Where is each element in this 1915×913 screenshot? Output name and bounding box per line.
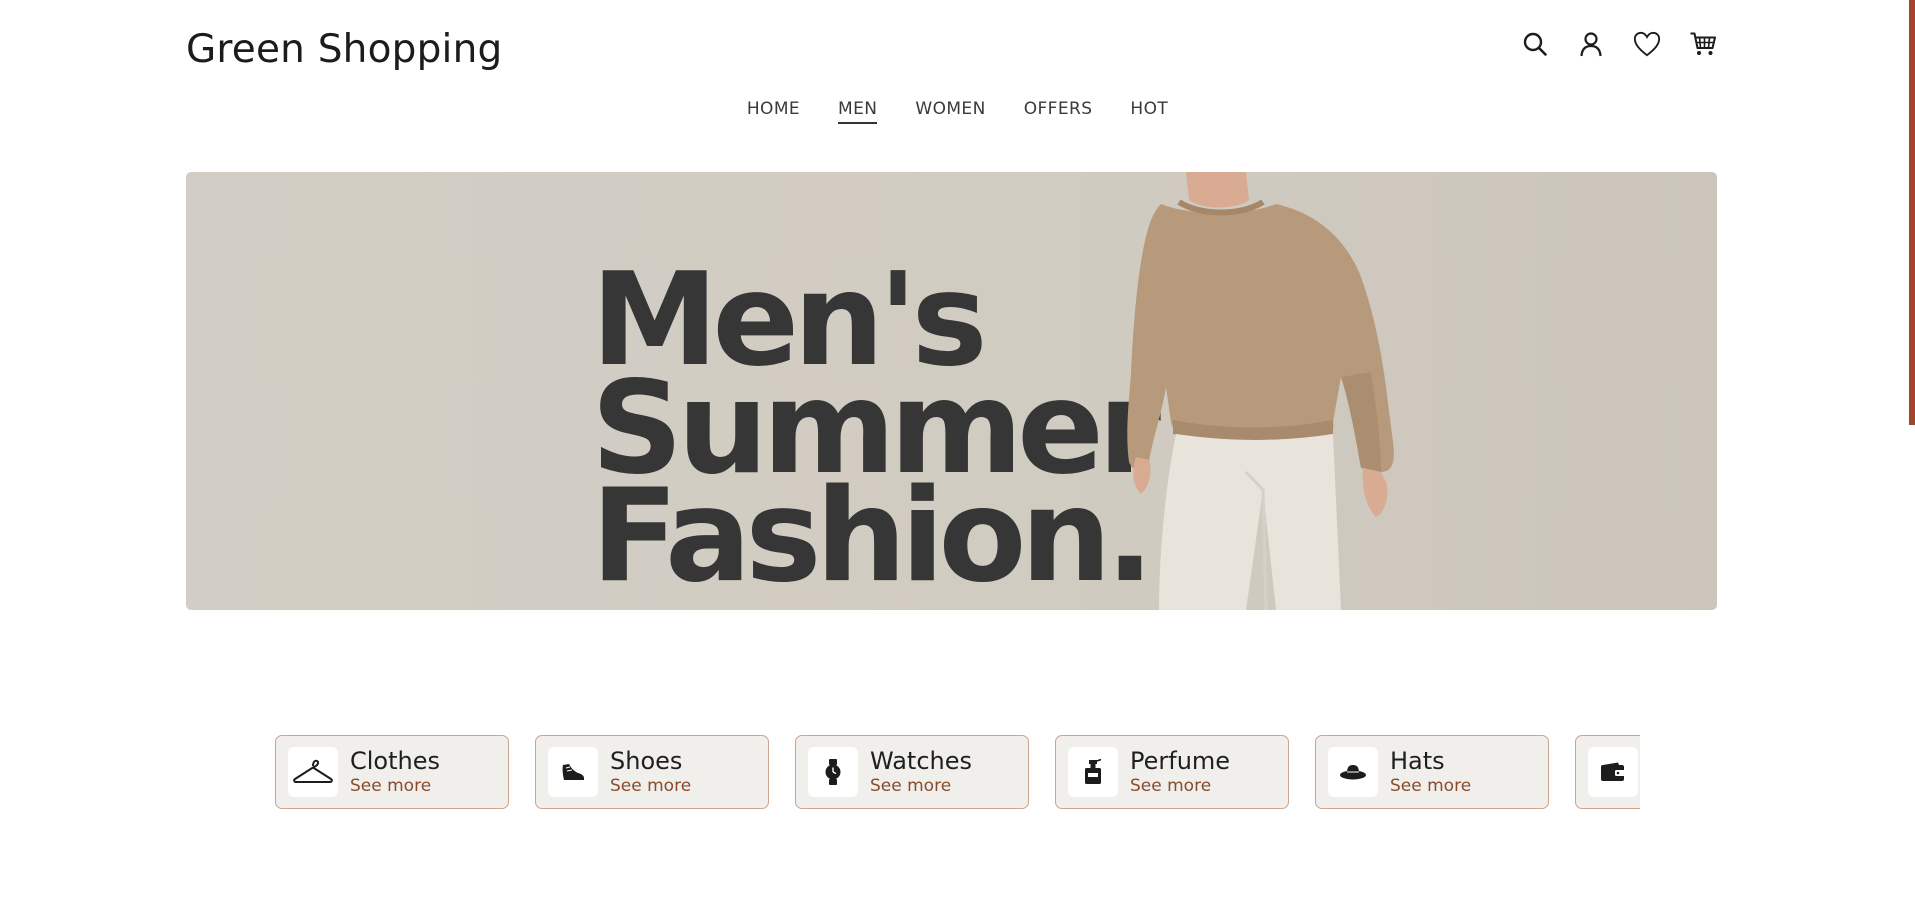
see-more-link[interactable]: See more bbox=[350, 775, 440, 797]
category-card-perfume[interactable]: Perfume See more bbox=[1055, 735, 1289, 809]
wallet-icon bbox=[1588, 747, 1638, 797]
category-text: Watches See more bbox=[870, 747, 972, 797]
category-text: Shoes See more bbox=[610, 747, 691, 797]
search-icon[interactable] bbox=[1521, 30, 1549, 58]
see-more-link[interactable]: See more bbox=[610, 775, 691, 797]
user-icon[interactable] bbox=[1577, 30, 1605, 58]
nav-item-home[interactable]: HOME bbox=[747, 96, 800, 122]
cart-icon[interactable] bbox=[1689, 30, 1717, 58]
nav-item-men[interactable]: MEN bbox=[838, 96, 878, 124]
category-name: Watches bbox=[870, 747, 972, 775]
nav-item-hot[interactable]: HOT bbox=[1130, 96, 1168, 122]
see-more-link[interactable]: See more bbox=[870, 775, 972, 797]
hat-icon bbox=[1328, 747, 1378, 797]
category-card-wallet[interactable] bbox=[1575, 735, 1640, 809]
category-card-hats[interactable]: Hats See more bbox=[1315, 735, 1549, 809]
perfume-icon bbox=[1068, 747, 1118, 797]
site-logo[interactable]: Green Shopping bbox=[186, 24, 502, 76]
category-name: Shoes bbox=[610, 747, 683, 775]
page: Green Shopping HOME MEN WOMEN OFFERS HOT… bbox=[0, 0, 1915, 913]
category-name: Perfume bbox=[1130, 747, 1231, 775]
hero-banner[interactable]: Men's Summer Fashion. bbox=[186, 172, 1717, 610]
category-name: Clothes bbox=[350, 747, 440, 775]
see-more-link[interactable]: See more bbox=[1390, 775, 1471, 797]
header-actions bbox=[1521, 30, 1717, 58]
nav-item-women[interactable]: WOMEN bbox=[915, 96, 985, 122]
see-more-link[interactable]: See more bbox=[1130, 775, 1230, 797]
watch-icon bbox=[808, 747, 858, 797]
category-text: Clothes See more bbox=[350, 747, 440, 797]
main-nav: HOME MEN WOMEN OFFERS HOT bbox=[0, 96, 1915, 124]
category-card-clothes[interactable]: Clothes See more bbox=[275, 735, 509, 809]
category-text: Perfume See more bbox=[1130, 747, 1230, 797]
hero-model-image bbox=[1127, 172, 1394, 610]
heart-icon[interactable] bbox=[1633, 30, 1661, 58]
category-text: Hats See more bbox=[1390, 747, 1471, 797]
scrollbar-thumb[interactable] bbox=[1909, 0, 1915, 425]
category-carousel[interactable]: Clothes See more Shoes See more Watches … bbox=[275, 735, 1640, 811]
category-card-watches[interactable]: Watches See more bbox=[795, 735, 1029, 809]
shoe-icon bbox=[548, 747, 598, 797]
category-name: Hats bbox=[1390, 747, 1445, 775]
hanger-icon bbox=[288, 747, 338, 797]
category-card-shoes[interactable]: Shoes See more bbox=[535, 735, 769, 809]
nav-item-offers[interactable]: OFFERS bbox=[1024, 96, 1093, 122]
